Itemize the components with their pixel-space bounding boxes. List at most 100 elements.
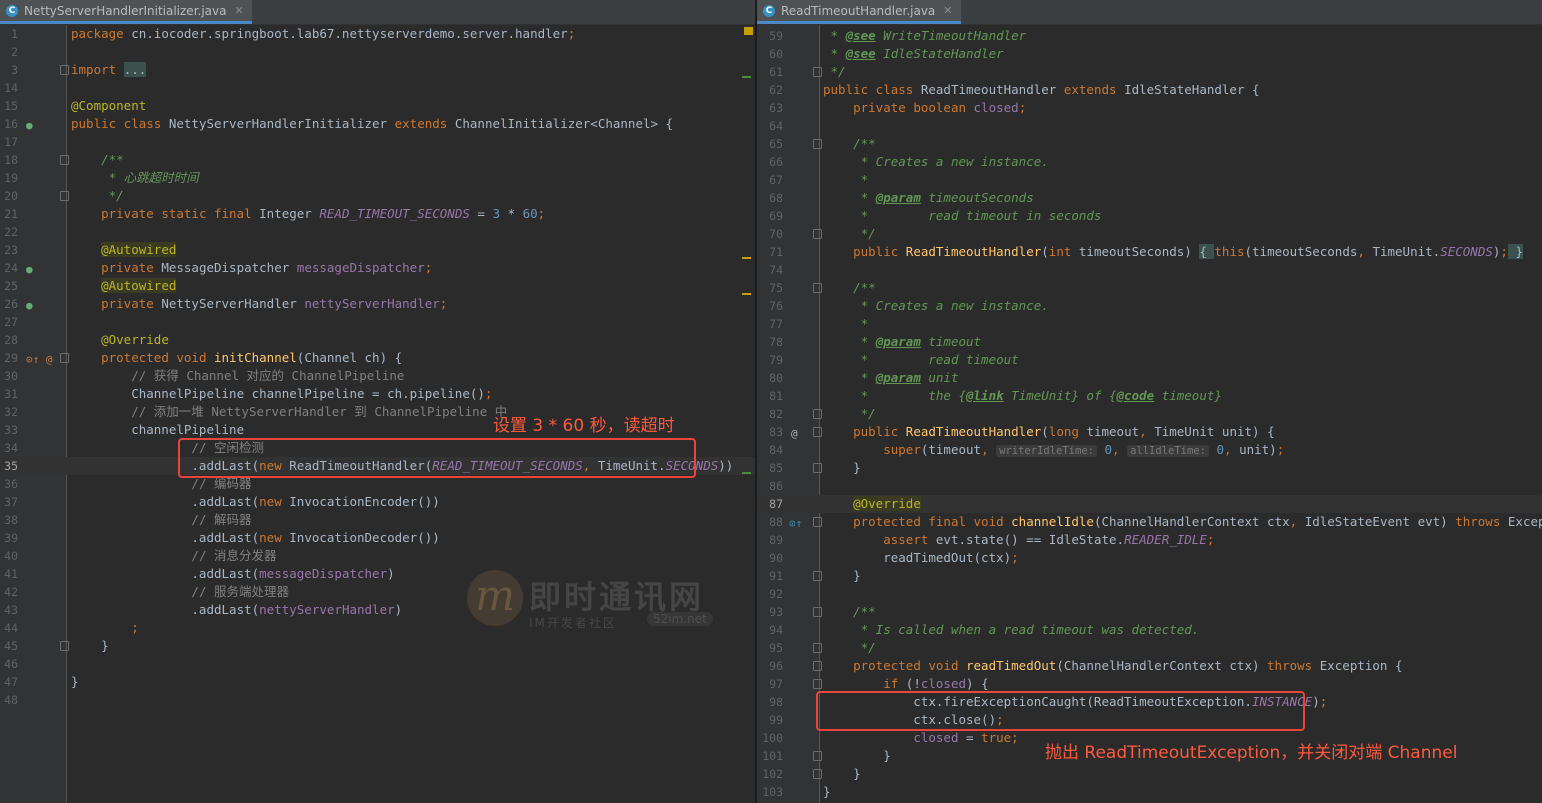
line-number[interactable]: 46	[0, 655, 18, 673]
code-line[interactable]: 75 /**	[757, 279, 1542, 297]
code-text[interactable]: }	[71, 673, 79, 691]
code-text[interactable]: public class NettyServerHandlerInitializ…	[71, 115, 673, 133]
line-number[interactable]: 32	[0, 403, 18, 421]
line-number[interactable]: 29	[0, 349, 18, 367]
line-number[interactable]: 38	[0, 511, 18, 529]
code-text[interactable]: * @param timeoutSeconds	[823, 189, 1034, 207]
tab-netty-server-handler-initializer[interactable]: C NettyServerHandlerInitializer.java ✕	[0, 0, 252, 24]
line-number[interactable]: 37	[0, 493, 18, 511]
fold-toggle-icon[interactable]	[813, 679, 822, 689]
line-number[interactable]: 69	[757, 207, 783, 225]
code-line[interactable]: 68 * @param timeoutSeconds	[757, 189, 1542, 207]
code-text[interactable]: }	[823, 765, 861, 783]
code-text[interactable]: */	[823, 63, 846, 81]
code-line[interactable]: 94 * Is called when a read timeout was d…	[757, 621, 1542, 639]
code-line[interactable]: 95 */	[757, 639, 1542, 657]
fold-toggle-icon[interactable]	[60, 155, 69, 165]
code-line[interactable]: 2	[0, 43, 756, 61]
line-number[interactable]: 30	[0, 367, 18, 385]
fold-toggle-icon[interactable]	[813, 751, 822, 761]
fold-toggle-icon[interactable]	[60, 191, 69, 201]
line-number[interactable]: 35	[0, 457, 18, 475]
code-text[interactable]: closed = true;	[823, 729, 1018, 747]
line-number[interactable]: 100	[757, 729, 783, 747]
line-number[interactable]: 42	[0, 583, 18, 601]
line-number[interactable]: 71	[757, 243, 783, 261]
line-number[interactable]: 41	[0, 565, 18, 583]
code-line[interactable]: 59 * @see WriteTimeoutHandler	[757, 27, 1542, 45]
line-number[interactable]: 103	[757, 783, 783, 801]
code-text[interactable]: }	[823, 459, 861, 477]
line-number[interactable]: 20	[0, 187, 18, 205]
code-text[interactable]: .addLast(nettyServerHandler)	[71, 601, 402, 619]
line-number[interactable]: 33	[0, 421, 18, 439]
code-text[interactable]: @Component	[71, 97, 146, 115]
code-text[interactable]: ChannelPipeline channelPipeline = ch.pip…	[71, 385, 492, 403]
line-number[interactable]: 86	[757, 477, 783, 495]
code-line[interactable]: 90 readTimedOut(ctx);	[757, 549, 1542, 567]
line-number[interactable]: 80	[757, 369, 783, 387]
code-line[interactable]: 80 * @param unit	[757, 369, 1542, 387]
code-text[interactable]: * read timeout in seconds	[823, 207, 1102, 225]
code-text[interactable]: protected final void channelIdle(Channel…	[823, 513, 1542, 531]
code-line[interactable]: 96 protected void readTimedOut(ChannelHa…	[757, 657, 1542, 675]
code-text[interactable]: * Creates a new instance.	[823, 297, 1049, 315]
code-line[interactable]: 21 private static final Integer READ_TIM…	[0, 205, 756, 223]
code-line[interactable]: 91 }	[757, 567, 1542, 585]
code-line[interactable]: 15 @Component	[0, 97, 756, 115]
line-number[interactable]: 15	[0, 97, 18, 115]
code-text[interactable]: @Override	[71, 331, 169, 349]
line-number[interactable]: 99	[757, 711, 783, 729]
code-text[interactable]: package cn.iocoder.springboot.lab67.nett…	[71, 25, 575, 43]
line-number[interactable]: 65	[757, 135, 783, 153]
line-number[interactable]: 48	[0, 691, 18, 709]
code-line[interactable]: 20 */	[0, 187, 756, 205]
code-line[interactable]: 69 * read timeout in seconds	[757, 207, 1542, 225]
code-line[interactable]: 84 super(timeout, writerIdleTime: 0, all…	[757, 441, 1542, 459]
code-text[interactable]: public class ReadTimeoutHandler extends …	[823, 81, 1260, 99]
code-text[interactable]: // 解码器	[71, 511, 251, 529]
line-number[interactable]: 92	[757, 585, 783, 603]
line-number[interactable]: 24	[0, 259, 18, 277]
code-line[interactable]: 93 /**	[757, 603, 1542, 621]
code-text[interactable]: * read timeout	[823, 351, 1019, 369]
code-text[interactable]: public ReadTimeoutHandler(int timeoutSec…	[823, 243, 1523, 261]
fold-toggle-icon[interactable]	[813, 67, 822, 77]
line-number[interactable]: 3	[0, 61, 18, 79]
code-text[interactable]: @Override	[823, 495, 921, 513]
code-line[interactable]: 18 /**	[0, 151, 756, 169]
line-number[interactable]: 14	[0, 79, 18, 97]
left-editor-pane[interactable]: C NettyServerHandlerInitializer.java ✕ 1…	[0, 0, 756, 803]
code-line[interactable]: 76 * Creates a new instance.	[757, 297, 1542, 315]
line-number[interactable]: 102	[757, 765, 783, 783]
code-text[interactable]: /**	[823, 135, 876, 153]
line-number[interactable]: 68	[757, 189, 783, 207]
line-number[interactable]: 98	[757, 693, 783, 711]
line-number[interactable]: 2	[0, 43, 18, 61]
code-line[interactable]: 29 ⊙↑ @ protected void initChannel(Channe…	[0, 349, 756, 367]
code-line[interactable]: 45 }	[0, 637, 756, 655]
code-line[interactable]: 103}	[757, 783, 1542, 801]
code-text[interactable]: * @param unit	[823, 369, 959, 387]
line-number[interactable]: 16	[0, 115, 18, 133]
annotation-marker[interactable]	[742, 257, 751, 259]
annotation-marker[interactable]	[742, 293, 751, 295]
line-number[interactable]: 62	[757, 81, 783, 99]
fold-toggle-icon[interactable]	[813, 283, 822, 293]
code-line[interactable]: 87 @Override	[757, 495, 1542, 513]
code-text[interactable]: private boolean closed;	[823, 99, 1026, 117]
code-line[interactable]: 31 ChannelPipeline channelPipeline = ch.…	[0, 385, 756, 403]
line-number[interactable]: 76	[757, 297, 783, 315]
code-text[interactable]: super(timeout, writerIdleTime: 0, allIdl…	[823, 441, 1284, 460]
line-number[interactable]: 40	[0, 547, 18, 565]
code-line[interactable]: 38 // 解码器	[0, 511, 756, 529]
line-number[interactable]: 47	[0, 673, 18, 691]
code-text[interactable]: * the {@link TimeUnit} of {@code timeout…	[823, 387, 1222, 405]
code-text[interactable]: public ReadTimeoutHandler(long timeout, …	[823, 423, 1275, 441]
code-line[interactable]: 89 assert evt.state() == IdleState.READE…	[757, 531, 1542, 549]
code-line[interactable]: 64	[757, 117, 1542, 135]
tab-read-timeout-handler[interactable]: C ReadTimeoutHandler.java ✕	[757, 0, 961, 24]
code-text[interactable]: assert evt.state() == IdleState.READER_I…	[823, 531, 1214, 549]
line-number[interactable]: 74	[757, 261, 783, 279]
code-line[interactable]: 60 * @see IdleStateHandler	[757, 45, 1542, 63]
